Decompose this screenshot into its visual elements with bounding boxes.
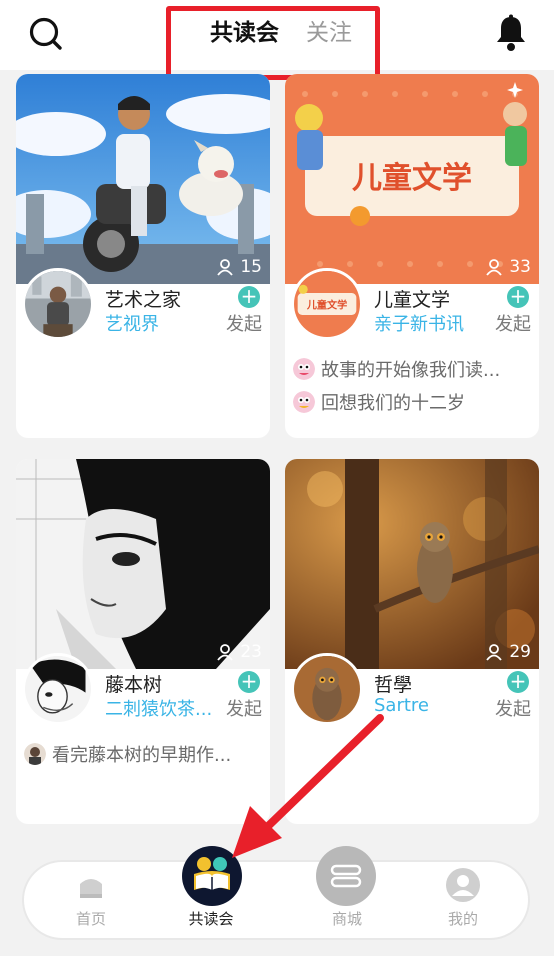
cover-image — [16, 74, 270, 284]
nav-label: 共读会 — [188, 910, 234, 928]
store-icon — [330, 864, 362, 888]
group-avatar — [22, 268, 94, 340]
group-card-children-literature[interactable]: 儿童文学 33 儿童文学 儿童文学 亲子新书讯 + 发起 故事的开始像我们读..… — [285, 74, 539, 438]
group-card-philosophy[interactable]: 29 哲學 Sartre + 发起 — [285, 459, 539, 824]
bottom-nav-bar: 首页 共读会 商城 我的 — [24, 862, 528, 938]
group-subtitle[interactable]: 二刺猿饮茶... — [105, 695, 212, 721]
members-icon — [486, 644, 503, 661]
launch-label[interactable]: 发起 — [226, 310, 262, 336]
nav-label: 商城 — [331, 910, 362, 928]
group-card-art[interactable]: 15 艺术之家 艺视界 + 发起 — [16, 74, 270, 438]
nav-label: 我的 — [447, 910, 478, 928]
nav-label: 首页 — [75, 910, 106, 928]
cover-image — [285, 459, 539, 669]
nav-home[interactable]: 首页 — [46, 862, 136, 938]
group-avatar: 儿童文学 — [291, 268, 363, 340]
cover-text: 儿童文学 — [352, 161, 472, 196]
group-subtitle[interactable]: 亲子新书讯 — [374, 310, 464, 336]
group-title: 艺术之家 — [105, 289, 182, 311]
join-button[interactable]: + — [238, 671, 260, 693]
group-title: 哲學 — [374, 674, 413, 696]
post-item[interactable]: 回想我们的十二岁 — [293, 389, 533, 415]
reading-group-fab[interactable] — [182, 846, 242, 906]
search-icon[interactable] — [28, 16, 64, 52]
group-card-fujimoto[interactable]: 23 藤本树 二刺猿饮茶... + 发起 看完藤本树的早期作... — [16, 459, 270, 824]
cover-image — [16, 459, 270, 669]
bell-icon[interactable] — [494, 14, 528, 52]
post-item[interactable]: 故事的开始像我们读... — [293, 356, 533, 382]
poster-avatar — [293, 391, 315, 413]
join-button[interactable]: + — [238, 286, 260, 308]
reading-group-icon — [194, 857, 230, 890]
member-count: 23 — [216, 642, 262, 662]
group-avatar — [291, 653, 363, 725]
home-icon — [80, 879, 102, 898]
group-avatar — [22, 653, 94, 725]
members-icon — [486, 259, 503, 276]
store-fab[interactable] — [316, 846, 376, 906]
member-count: 29 — [485, 642, 531, 662]
join-button[interactable]: + — [507, 286, 529, 308]
members-icon — [217, 259, 234, 276]
member-count: 33 — [485, 257, 531, 277]
join-button[interactable]: + — [507, 671, 529, 693]
group-subtitle[interactable]: 艺视界 — [105, 310, 159, 336]
poster-avatar — [293, 358, 315, 380]
launch-label[interactable]: 发起 — [495, 695, 531, 721]
launch-label[interactable]: 发起 — [495, 310, 531, 336]
poster-avatar — [24, 743, 46, 765]
group-title: 藤本树 — [105, 674, 163, 696]
launch-label[interactable]: 发起 — [226, 695, 262, 721]
member-count: 15 — [216, 257, 262, 277]
nav-profile[interactable]: 我的 — [418, 862, 508, 938]
avatar-text: 儿童文学 — [306, 299, 347, 312]
post-item[interactable]: 看完藤本树的早期作... — [24, 741, 264, 767]
group-subtitle[interactable]: Sartre — [374, 695, 429, 716]
profile-icon — [446, 868, 480, 902]
group-title: 儿童文学 — [374, 289, 451, 311]
highlight-box — [166, 6, 380, 80]
cover-image: 儿童文学 — [285, 74, 539, 284]
members-icon — [217, 644, 234, 661]
